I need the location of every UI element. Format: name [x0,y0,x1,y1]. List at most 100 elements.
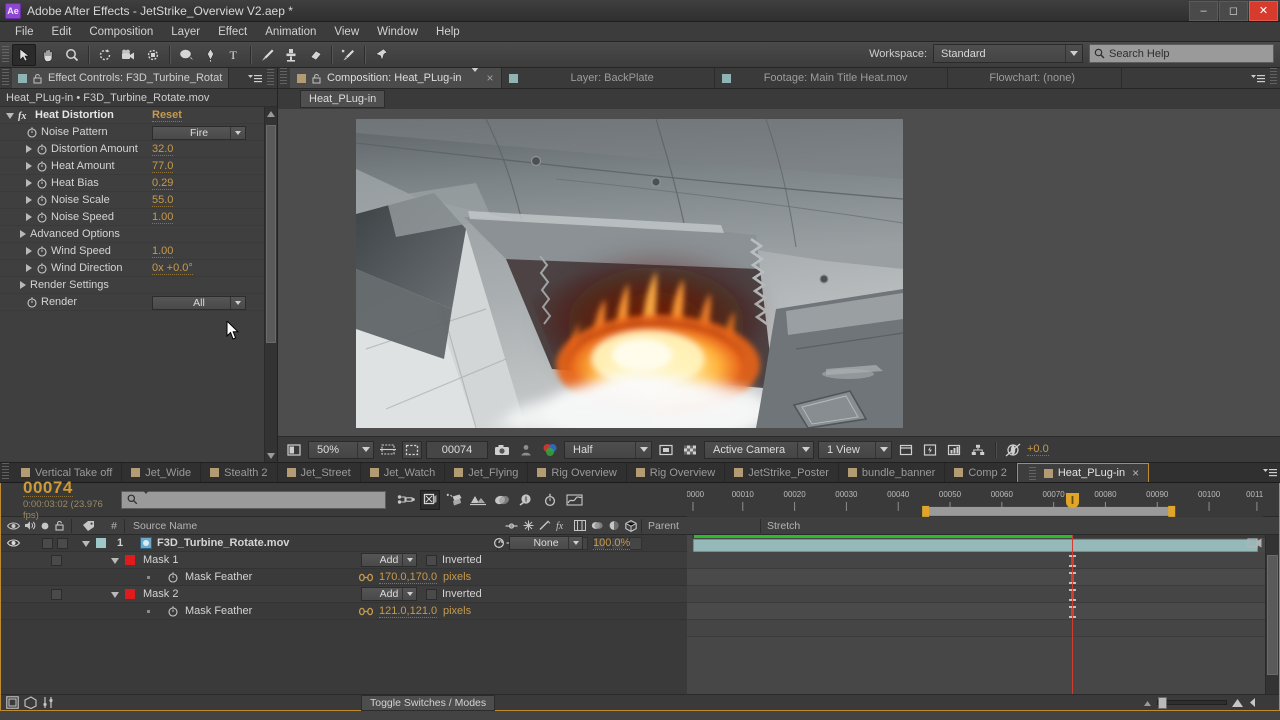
timeline-search-input[interactable] [121,491,386,509]
property-row-noise-speed[interactable]: Noise Speed 1.00 [0,209,264,226]
property-row-distortion-amount[interactable]: Distortion Amount 32.0 [0,141,264,158]
stopwatch-icon[interactable] [36,245,48,257]
current-time-indicator[interactable] [1072,535,1073,694]
effects-fx-icon[interactable]: fx [556,520,569,531]
zoom-level-dropdown[interactable]: 50% [308,441,374,459]
shy-switch-icon[interactable] [505,521,518,531]
tab-footage-main-title[interactable]: Footage: Main Title Heat.mov [715,68,949,88]
stopwatch-icon[interactable] [36,143,48,155]
hide-shy-layers-icon[interactable] [444,490,464,510]
fast-previews-icon[interactable] [920,441,940,459]
property-row-noise-pattern[interactable]: Noise Pattern Fire [0,124,264,141]
scroll-down-icon[interactable] [265,449,277,462]
snapshot-camera-icon[interactable] [492,441,512,459]
solo-toggle[interactable] [57,538,68,549]
panel-grip[interactable] [2,69,9,87]
comp-tab-jet-watch[interactable]: Jet_Watch [361,463,446,482]
timeline-jump-icon[interactable] [944,441,964,459]
property-value[interactable]: 0.29 [152,177,173,190]
pixel-aspect-correction-icon[interactable] [896,441,916,459]
property-row-wind-direction[interactable]: Wind Direction 0x +0.0° [0,260,264,277]
close-button[interactable]: ✕ [1249,1,1278,21]
timeline-zoom-slider[interactable] [1157,700,1227,705]
close-icon[interactable]: × [1132,466,1139,480]
exposure-icon[interactable] [1003,441,1023,459]
comp-name-chip[interactable]: Heat_PLug-in [300,90,385,108]
mask-visibility-toggle[interactable] [51,589,62,600]
menu-animation[interactable]: Animation [256,24,325,40]
twirl-icon[interactable] [26,264,32,272]
comptabs-menu-button[interactable] [1263,463,1280,482]
mask-color-swatch[interactable] [125,589,135,599]
layer-name[interactable]: F3D_Turbine_Rotate.mov [157,537,289,549]
table-row[interactable]: Mask 2 Add Inverted [1,586,687,603]
roto-brush-tool[interactable] [336,44,360,66]
quality-icon[interactable] [539,520,551,531]
property-row-render[interactable]: Render All [0,294,264,311]
table-row[interactable]: Mask 1 Add Inverted [1,552,687,569]
active-tab-grip[interactable] [1029,467,1036,480]
property-row-wind-speed[interactable]: Wind Speed 1.00 [0,243,264,260]
mask-inverted-checkbox[interactable] [426,555,437,566]
puppet-pin-tool[interactable] [369,44,393,66]
mask-twirl-icon[interactable] [111,558,119,564]
type-tool[interactable]: T [222,44,246,66]
timeline-graph-area[interactable] [687,535,1279,694]
stopwatch-icon[interactable] [36,177,48,189]
tab-flowchart[interactable]: Flowchart: (none) [948,68,1122,88]
twirl-icon[interactable] [6,113,14,119]
viewer-grip[interactable] [280,68,287,86]
mask-mode-dropdown[interactable]: Add [361,553,417,567]
noise-pattern-dropdown[interactable]: Fire [152,126,246,140]
column-header-source-name[interactable]: Source Name [125,520,505,532]
tab-composition-heat-plugin[interactable]: Composition: Heat_PLug-in × [290,68,502,88]
twirl-icon[interactable] [26,196,32,204]
property-value[interactable]: 77.0 [152,160,173,173]
timeline-ruler[interactable]: 000000001000020 000300004000050 00060000… [687,483,1263,517]
selection-tool[interactable] [12,44,36,66]
menu-file[interactable]: File [6,24,43,40]
pen-tool[interactable] [198,44,222,66]
comp-flowchart-view-icon[interactable] [6,696,19,709]
chevron-down-icon[interactable] [471,72,479,84]
scrollbar-thumb[interactable] [266,125,276,343]
lock-icon[interactable] [311,73,322,84]
workspace-dropdown[interactable]: Standard [933,44,1083,63]
column-header-parent[interactable]: Parent [642,520,760,532]
twirl-icon[interactable] [26,179,32,187]
adjustment-layer-icon[interactable] [608,520,620,531]
column-header-stretch[interactable]: Stretch [761,520,831,532]
twirl-icon[interactable] [26,162,32,170]
minimize-button[interactable]: – [1189,1,1218,21]
auto-keyframe-icon[interactable] [540,490,560,510]
timeline-vertical-scrollbar[interactable] [1265,535,1279,694]
menu-composition[interactable]: Composition [80,24,162,40]
lock-icon[interactable] [32,73,43,84]
hand-tool[interactable] [36,44,60,66]
mask-twirl-icon[interactable] [111,592,119,598]
comp-tab-jet-flying[interactable]: Jet_Flying [445,463,528,482]
close-icon[interactable]: × [487,71,494,85]
region-target-icon[interactable] [656,441,676,459]
twirl-icon[interactable] [26,213,32,221]
comp-renderer-icon[interactable] [1247,536,1263,555]
table-row[interactable]: 1 F3D_Turbine_Rotate.mov fx [1,535,687,552]
stopwatch-icon[interactable] [36,194,48,206]
comp-tab-jetstrike-poster[interactable]: JetStrike_Poster [725,463,839,482]
view-layout-dropdown[interactable]: 1 View [818,441,892,459]
zoom-tool[interactable] [60,44,84,66]
three-d-layer-icon[interactable] [625,520,637,532]
collapse-transform-icon[interactable] [523,520,534,531]
comp-tab-rig-overview-2[interactable]: Rig Overview [627,463,725,482]
comp-tab-heat-plugin[interactable]: Heat_PLug-in × [1017,463,1149,482]
graph-editor-icon[interactable] [564,490,584,510]
three-d-layer-switch[interactable] [629,537,642,550]
viewer-grip-right[interactable] [1270,68,1277,86]
mask-color-swatch[interactable] [125,555,135,565]
menu-window[interactable]: Window [368,24,427,40]
search-help-input[interactable]: Search Help [1089,44,1274,63]
camera-tool[interactable] [117,44,141,66]
link-chain-icon[interactable] [359,607,373,616]
stopwatch-icon[interactable] [36,211,48,223]
current-frame-field[interactable]: 00074 [426,441,488,459]
